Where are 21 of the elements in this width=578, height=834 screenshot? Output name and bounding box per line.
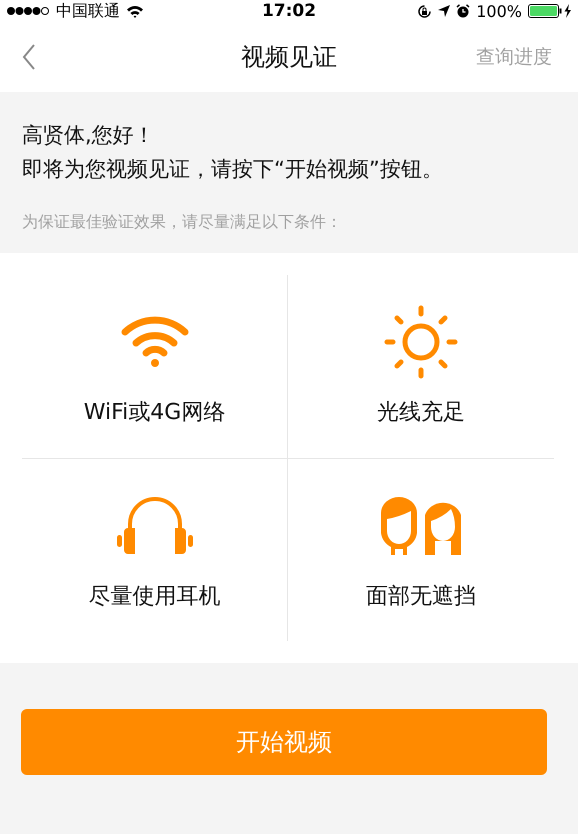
sun-icon bbox=[384, 305, 458, 380]
greeting-text: 高贤体,您好！ bbox=[22, 122, 156, 149]
signal-icon bbox=[6, 6, 50, 16]
progress-link[interactable]: 查询进度 bbox=[476, 44, 552, 70]
instruction-text: 即将为您视频见证，请按下“开始视频”按钮。 bbox=[22, 156, 444, 183]
hint-text: 为保证最佳验证效果，请尽量满足以下条件： bbox=[22, 212, 343, 233]
condition-label: WiFi或4G网络 bbox=[84, 399, 226, 428]
start-video-button[interactable]: 开始视频 bbox=[21, 709, 547, 775]
rotation-lock-icon bbox=[417, 4, 432, 18]
carrier-name: 中国联通 bbox=[56, 0, 120, 22]
location-icon bbox=[438, 5, 450, 17]
back-icon[interactable] bbox=[22, 44, 36, 70]
page-title: 视频见证 bbox=[241, 42, 337, 73]
status-time: 17:02 bbox=[262, 1, 316, 21]
condition-label: 面部无遮挡 bbox=[366, 582, 476, 611]
battery-charging-icon bbox=[528, 4, 572, 18]
condition-label: 光线充足 bbox=[377, 399, 465, 428]
alarm-icon bbox=[456, 4, 470, 18]
wifi-icon bbox=[126, 4, 144, 18]
condition-label: 尽量使用耳机 bbox=[88, 582, 220, 611]
battery-percent: 100% bbox=[476, 2, 522, 20]
